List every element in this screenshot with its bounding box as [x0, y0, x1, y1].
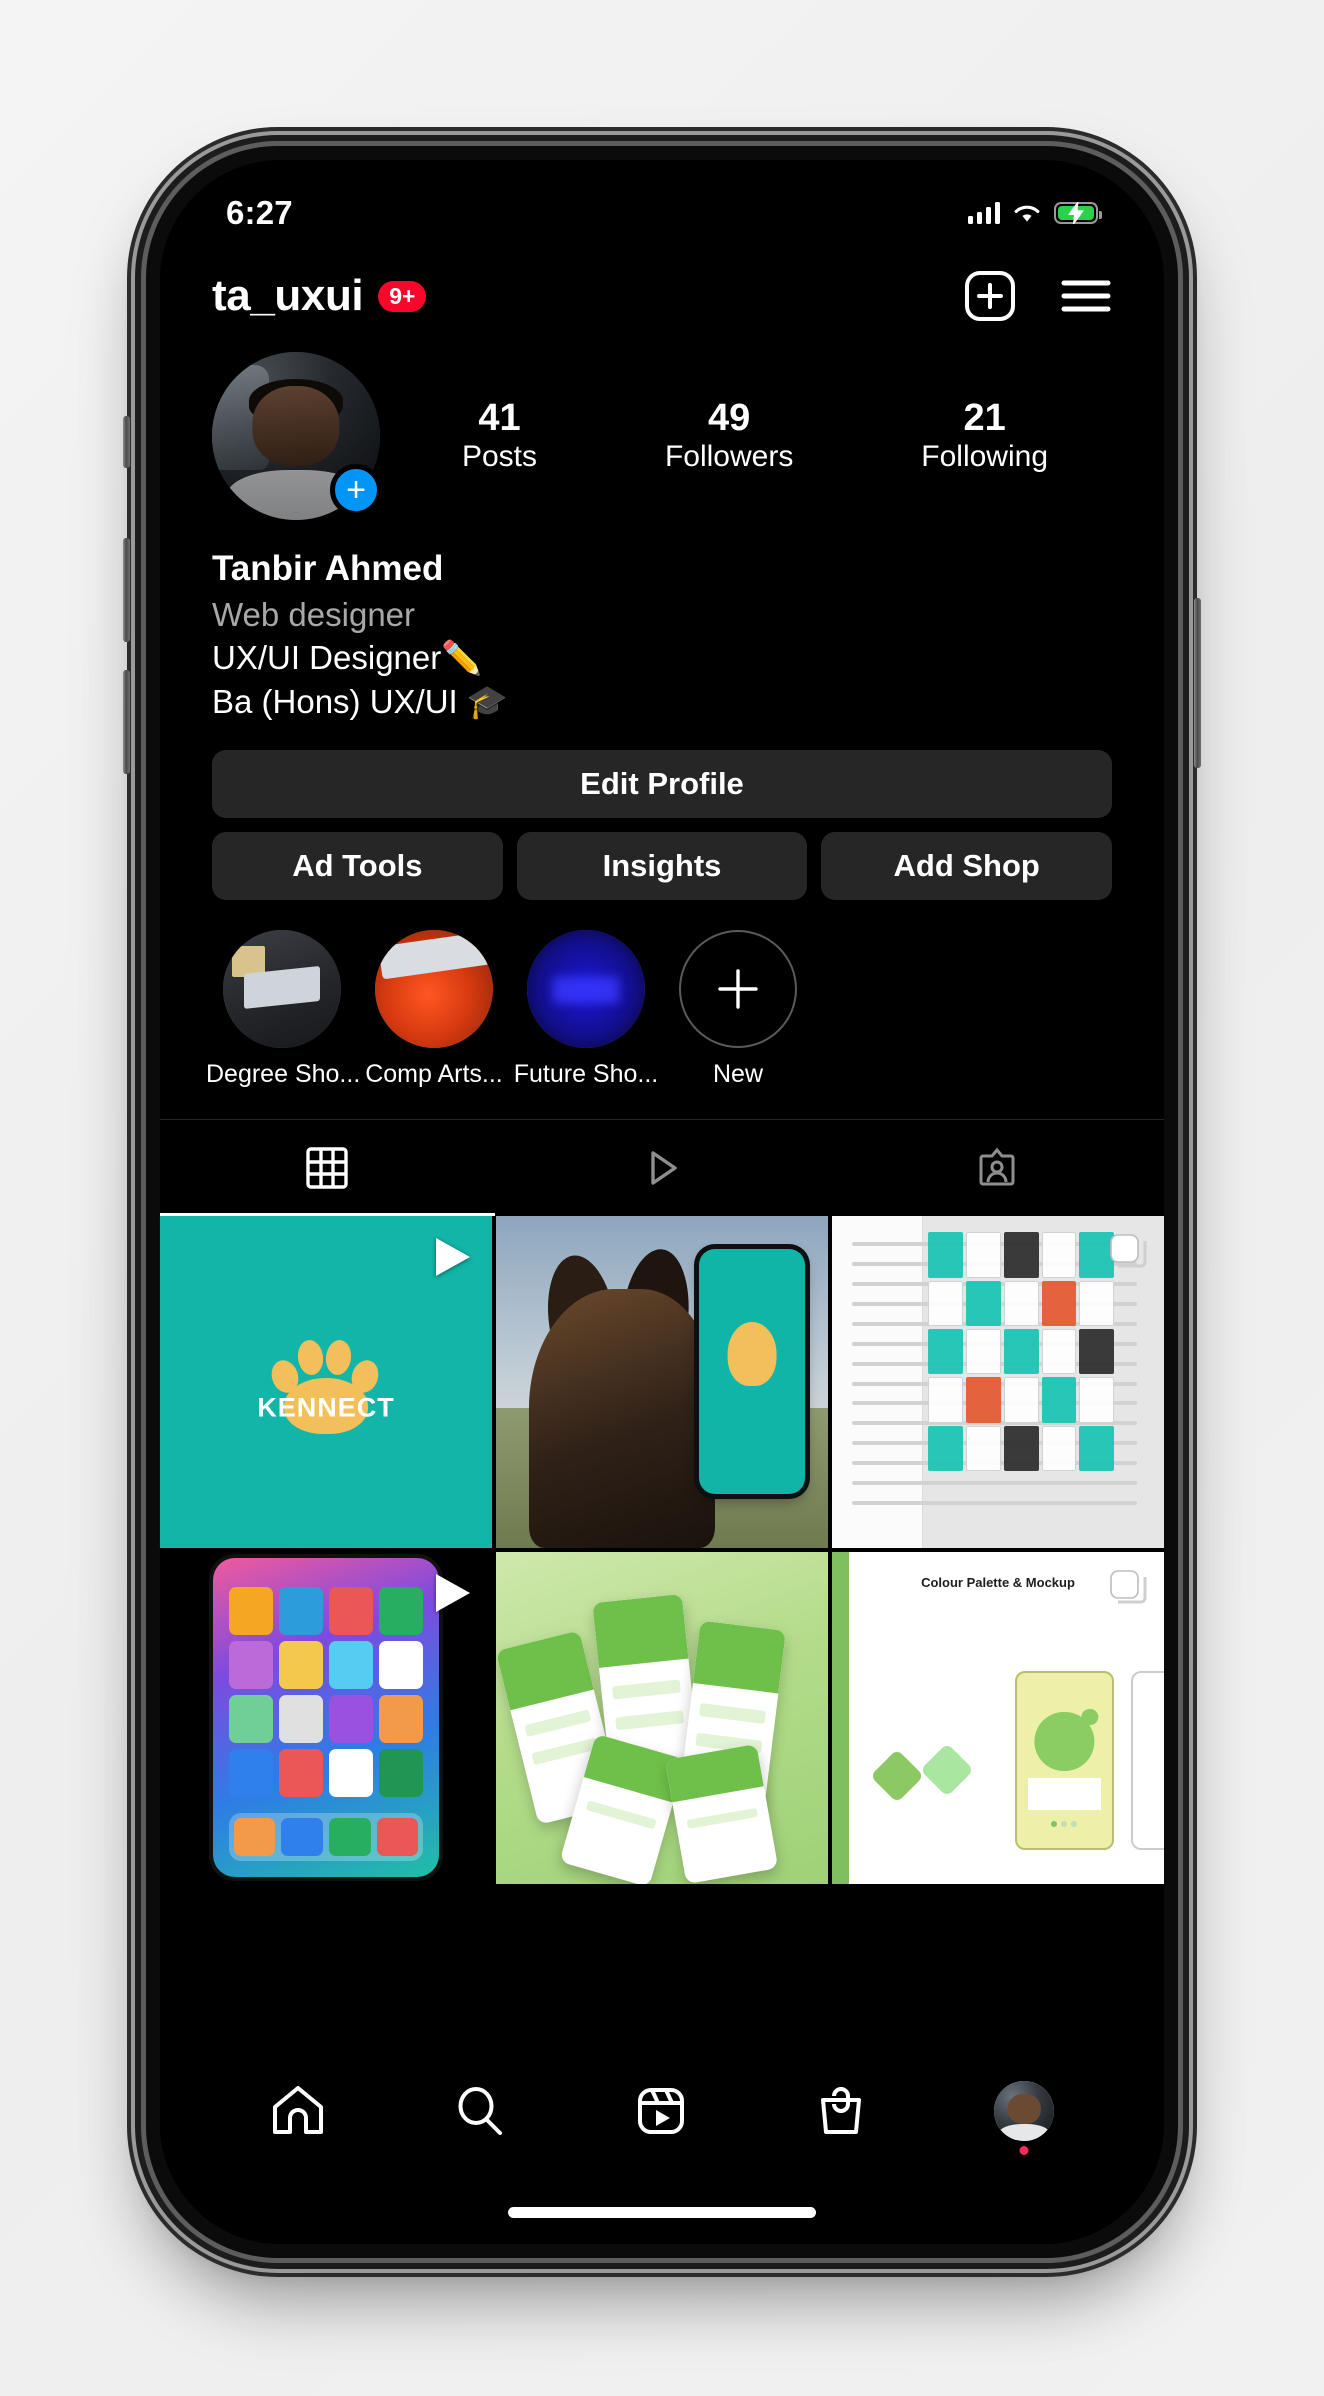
highlight-future-show-cover[interactable]: [527, 929, 645, 1048]
home-indicator[interactable]: [508, 2207, 816, 2218]
highlight-future-show[interactable]: Future Sho...: [510, 929, 662, 1089]
volume-down-button[interactable]: [123, 670, 130, 774]
stat-posts-value: 41: [478, 396, 521, 439]
post-iphone-home-video[interactable]: [160, 1551, 492, 1884]
profile-action-buttons: Edit Profile Ad Tools Insights Add Shop: [160, 724, 1164, 900]
tab-grid[interactable]: [160, 1120, 495, 1216]
add-story-plus-icon[interactable]: +: [330, 464, 382, 516]
highlight-degree-show-cover[interactable]: [223, 929, 341, 1048]
avatar[interactable]: +: [212, 352, 382, 520]
post-green-phone-mockups[interactable]: [496, 1551, 828, 1884]
add-shop-button[interactable]: Add Shop: [821, 831, 1113, 900]
signal-bars-icon: [967, 202, 1000, 224]
nav-home[interactable]: [270, 2084, 326, 2138]
power-button[interactable]: [1194, 598, 1201, 768]
bio-line-1: UX/UI Designer✏️: [212, 639, 483, 677]
home-icon: [272, 2086, 323, 2134]
profile-bio: Tanbir Ahmed Web designer UX/UI Designer…: [160, 520, 1164, 724]
highlight-comp-arts-label: Comp Arts...: [365, 1059, 503, 1088]
insights-button[interactable]: Insights: [516, 831, 808, 900]
post-figma-board[interactable]: [832, 1215, 1164, 1548]
carousel-icon: [1110, 1233, 1147, 1268]
ad-tools-button[interactable]: Ad Tools: [212, 831, 503, 900]
header-actions: [964, 270, 1112, 322]
nav-shop[interactable]: [815, 2084, 867, 2138]
play-icon: [436, 1573, 470, 1612]
post-kennect-video[interactable]: KENNECT: [160, 1215, 492, 1548]
stat-following-label: Following: [921, 440, 1049, 474]
grid-icon: [306, 1146, 349, 1189]
instagram-profile-screen: ta_uxui 9+ + 41 Posts 49 Followers 21 Fo…: [160, 242, 1164, 2244]
hamburger-menu-icon[interactable]: [1060, 276, 1112, 316]
stat-following[interactable]: 21 Following: [921, 397, 1048, 476]
bio-line-2: Ba (Hons) UX/UI 🎓: [212, 682, 508, 720]
stat-following-value: 21: [963, 396, 1006, 439]
username-area[interactable]: ta_uxui 9+: [212, 271, 427, 321]
highlight-future-show-label: Future Sho...: [513, 1059, 659, 1088]
profile-username[interactable]: ta_uxui: [212, 271, 364, 321]
display-name: Tanbir Ahmed: [212, 549, 444, 588]
post-kennect-caption: KENNECT: [257, 1392, 395, 1423]
reels-play-icon: [651, 1150, 677, 1185]
highlight-comp-arts-cover[interactable]: [375, 929, 493, 1048]
tab-tagged[interactable]: [829, 1120, 1164, 1216]
volume-up-button[interactable]: [123, 538, 130, 642]
highlight-degree-show[interactable]: Degree Sho...: [206, 929, 361, 1089]
nav-reels[interactable]: [634, 2084, 688, 2138]
status-bar: 6:27: [160, 178, 1164, 242]
play-icon: [436, 1237, 470, 1276]
stat-followers[interactable]: 49 Followers: [665, 397, 793, 476]
profile-content-tabs: [160, 1118, 1164, 1216]
battery-charging-icon: [1054, 202, 1102, 224]
carousel-icon: [1110, 1569, 1147, 1604]
highlight-new[interactable]: New: [662, 929, 814, 1089]
iphone-device-frame: 6:27 ta_uxui 9+ + 41 Posts 49 Followers …: [123, 146, 1201, 2258]
profile-avatar-icon[interactable]: [994, 2081, 1055, 2141]
post-dog-mockup[interactable]: [496, 1215, 828, 1548]
status-bar-clock: 6:27: [226, 194, 293, 231]
shopping-bag-icon: [821, 2087, 862, 2134]
phone-screen: 6:27 ta_uxui 9+ + 41 Posts 49 Followers …: [160, 160, 1164, 2244]
post-colour-palette[interactable]: Colour Palette & Mockup: [832, 1551, 1164, 1884]
new-highlight-plus-icon[interactable]: [679, 929, 797, 1048]
posts-grid: KENNECT Colour Palette & Mockup: [160, 1215, 1164, 1884]
stat-posts[interactable]: 41 Posts: [462, 397, 537, 476]
search-icon: [458, 2087, 502, 2135]
nav-profile[interactable]: [994, 2081, 1055, 2155]
wifi-icon: [1014, 205, 1040, 222]
plus-box-icon[interactable]: [964, 270, 1016, 322]
notification-badge[interactable]: 9+: [378, 280, 427, 312]
mute-switch-button[interactable]: [123, 416, 130, 468]
profile-stats: 41 Posts 49 Followers 21 Following: [380, 397, 1112, 476]
post-colour-palette-title: Colour Palette & Mockup: [921, 1574, 1075, 1590]
story-highlights: Degree Sho... Comp Arts... Future Sho...: [160, 900, 1164, 1089]
reels-icon: [637, 2088, 684, 2134]
nav-profile-notification-dot: [1019, 2146, 1029, 2155]
tagged-person-icon: [979, 1147, 1015, 1186]
edit-profile-button[interactable]: Edit Profile: [212, 749, 1112, 818]
highlight-comp-arts[interactable]: Comp Arts...: [358, 929, 510, 1089]
app-header: ta_uxui 9+: [160, 242, 1164, 334]
stat-posts-label: Posts: [461, 440, 537, 474]
tab-reels[interactable]: [495, 1120, 830, 1216]
highlight-degree-show-label: Degree Sho...: [206, 1059, 361, 1088]
profile-category: Web designer: [212, 595, 416, 633]
highlight-new-label: New: [712, 1059, 763, 1088]
profile-summary-row: + 41 Posts 49 Followers 21 Following: [160, 334, 1164, 520]
bottom-navigation-bar: [160, 2052, 1164, 2170]
status-bar-indicators: [967, 196, 1102, 224]
stat-followers-value: 49: [708, 396, 751, 439]
stat-followers-label: Followers: [664, 440, 794, 474]
nav-search[interactable]: [453, 2084, 507, 2138]
screenshot-canvas: 6:27 ta_uxui 9+ + 41 Posts 49 Followers …: [0, 0, 1324, 2396]
